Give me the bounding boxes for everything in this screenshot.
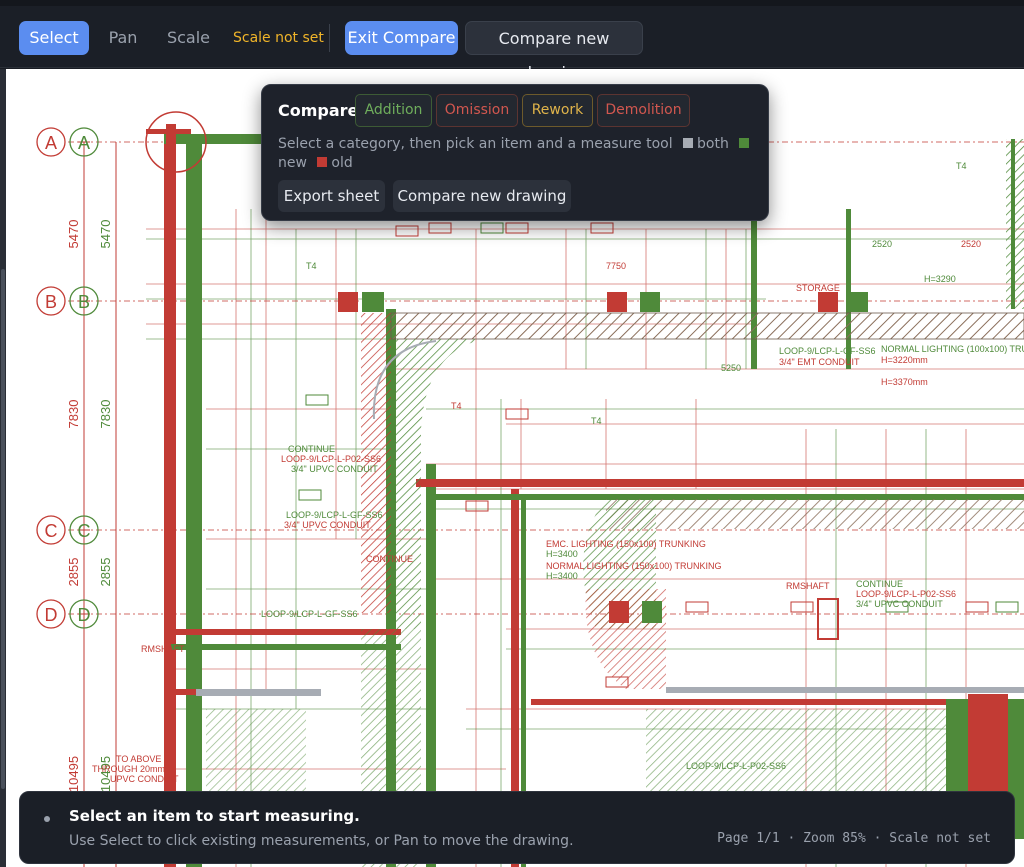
label-h3370: H=3370mm bbox=[881, 377, 928, 387]
compare-new-drawing-button[interactable]: Compare new drawing bbox=[465, 21, 643, 82]
grid-label-a-new: A bbox=[78, 133, 90, 153]
label-t4-3: T4 bbox=[451, 401, 462, 411]
label-through: THROUGH 20mm bbox=[92, 764, 165, 774]
grid-label-c-new: C bbox=[78, 521, 91, 541]
label-t4-4: T4 bbox=[591, 416, 602, 426]
label-continue-1: CONTINUE bbox=[288, 444, 335, 454]
grid-label-b-old: B bbox=[45, 292, 57, 312]
grid-bubble-d: D D bbox=[36, 599, 99, 629]
dim-2855-new: 2855 bbox=[98, 558, 113, 587]
label-rmshaft-2: RMSHAFT bbox=[786, 581, 830, 591]
category-omission-chip[interactable]: Omission bbox=[436, 94, 518, 127]
dim-2855-old: 2855 bbox=[66, 558, 81, 587]
grid-label-d-new: D bbox=[78, 605, 91, 625]
label-loop-5: LOOP-9/LCP-L-GF-SS6 bbox=[261, 609, 358, 619]
legend-new-label: new bbox=[278, 155, 307, 171]
toolbar-divider bbox=[329, 24, 330, 52]
label-5250: 5250 bbox=[721, 363, 741, 373]
label-t4-1: T4 bbox=[306, 261, 317, 271]
label-continue-2: CONTINUE bbox=[856, 579, 903, 589]
pan-tool-button[interactable]: Pan bbox=[98, 21, 148, 55]
label-emt: 3/4" EMT CONDUIT bbox=[779, 357, 860, 367]
dim-10495-old: 10495 bbox=[66, 756, 81, 792]
category-demolition-chip[interactable]: Demolition bbox=[597, 94, 690, 127]
scale-status-label: Scale not set bbox=[233, 30, 324, 46]
dim-7830-old: 7830 bbox=[66, 400, 81, 429]
dim-7830-new: 7830 bbox=[98, 400, 113, 429]
label-h3400-2: H=3400 bbox=[546, 571, 578, 581]
top-toolbar: Select Pan Scale Scale not set Exit Comp… bbox=[0, 0, 1024, 82]
label-to-above: TO ABOVE bbox=[116, 754, 161, 764]
export-sheet-button[interactable]: Export sheet bbox=[278, 180, 385, 212]
label-loop-1: LOOP-9/LCP-L-GF-SS6 bbox=[779, 346, 876, 356]
compare-hint: Select a category, then pick an item and… bbox=[278, 135, 758, 173]
label-upvc-conduit: UPVC CONDUIT bbox=[110, 774, 179, 784]
panel-compare-new-drawing-button[interactable]: Compare new drawing bbox=[393, 180, 571, 212]
label-loop-6: LOOP-9/LCP-L-P02-SS6 bbox=[686, 761, 786, 771]
dim-5470-old: 5470 bbox=[66, 220, 81, 249]
label-t4-2: T4 bbox=[956, 161, 967, 171]
grid-label-b-new: B bbox=[78, 292, 90, 312]
label-loop-4: LOOP-9/LCP-L-P02-SS6 bbox=[856, 589, 956, 599]
compare-panel: Compare Addition Omission Rework Demolit… bbox=[261, 84, 769, 221]
label-7750: 7750 bbox=[606, 261, 626, 271]
select-tool-button[interactable]: Select bbox=[19, 21, 89, 55]
page-zoom-scale-readout: Page 1/1 · Zoom 85% · Scale not set bbox=[717, 831, 991, 846]
label-upvc-2: 3/4" UPVC CONDUIT bbox=[284, 520, 371, 530]
grid-bubble-c: C C bbox=[36, 515, 99, 545]
status-subtitle: Use Select to click existing measurement… bbox=[69, 833, 574, 849]
label-h3290: H=3290 bbox=[924, 274, 956, 284]
status-title: Select an item to start measuring. bbox=[69, 807, 360, 825]
compare-hint-text: Select a category, then pick an item and… bbox=[278, 136, 673, 152]
label-normal-2: NORMAL LIGHTING (150x100) TRUNKING bbox=[546, 561, 722, 571]
grid-label-c-old: C bbox=[45, 521, 58, 541]
grid-bubble-a: A A bbox=[36, 127, 99, 157]
legend-new-swatch bbox=[739, 138, 750, 148]
label-h3400: H=3400 bbox=[546, 549, 578, 559]
label-upvc-3: 3/4" UPVC CONDUIT bbox=[856, 599, 943, 609]
grid-label-d-old: D bbox=[45, 605, 58, 625]
status-bullet-icon bbox=[44, 816, 50, 822]
dim-5470-new: 5470 bbox=[98, 220, 113, 249]
label-continue-3: CONTINUE bbox=[366, 554, 413, 564]
label-loop-2: LOOP-9/LCP-L-P02-SS6 bbox=[281, 454, 381, 464]
window-topline bbox=[0, 0, 1024, 6]
annotation-boxes bbox=[395, 222, 989, 688]
label-emc: EMC. LIGHTING (150x100) TRUNKING bbox=[546, 539, 706, 549]
label-2520-2: 2520 bbox=[961, 239, 981, 249]
scrollbar-thumb[interactable] bbox=[1, 269, 5, 789]
legend-both-swatch bbox=[683, 138, 694, 148]
exit-compare-button[interactable]: Exit Compare bbox=[345, 21, 458, 55]
status-bar: Select an item to start measuring. Use S… bbox=[19, 791, 1015, 864]
legend-old-label: old bbox=[331, 155, 353, 171]
grid-bubble-b: B B bbox=[36, 286, 99, 316]
label-2520-1: 2520 bbox=[872, 239, 892, 249]
label-rmshaft: RMSHAFT bbox=[141, 644, 185, 654]
label-loop-3: LOOP-9/LCP-L-GF-SS6 bbox=[286, 510, 383, 520]
legend-both-label: both bbox=[697, 136, 729, 152]
label-normal-lighting: NORMAL LIGHTING (100x100) TRUNKING bbox=[881, 344, 1024, 354]
grid-label-a-old: A bbox=[45, 133, 57, 153]
legend-old-swatch bbox=[317, 157, 328, 167]
scale-tool-button[interactable]: Scale bbox=[160, 21, 217, 55]
label-h3220: H=3220mm bbox=[881, 355, 928, 365]
category-rework-chip[interactable]: Rework bbox=[522, 94, 593, 127]
category-addition-chip[interactable]: Addition bbox=[355, 94, 432, 127]
label-storage: STORAGE bbox=[796, 283, 840, 293]
compare-panel-title: Compare bbox=[278, 101, 359, 120]
label-upvc: 3/4" UPVC CONDUIT bbox=[291, 464, 378, 474]
